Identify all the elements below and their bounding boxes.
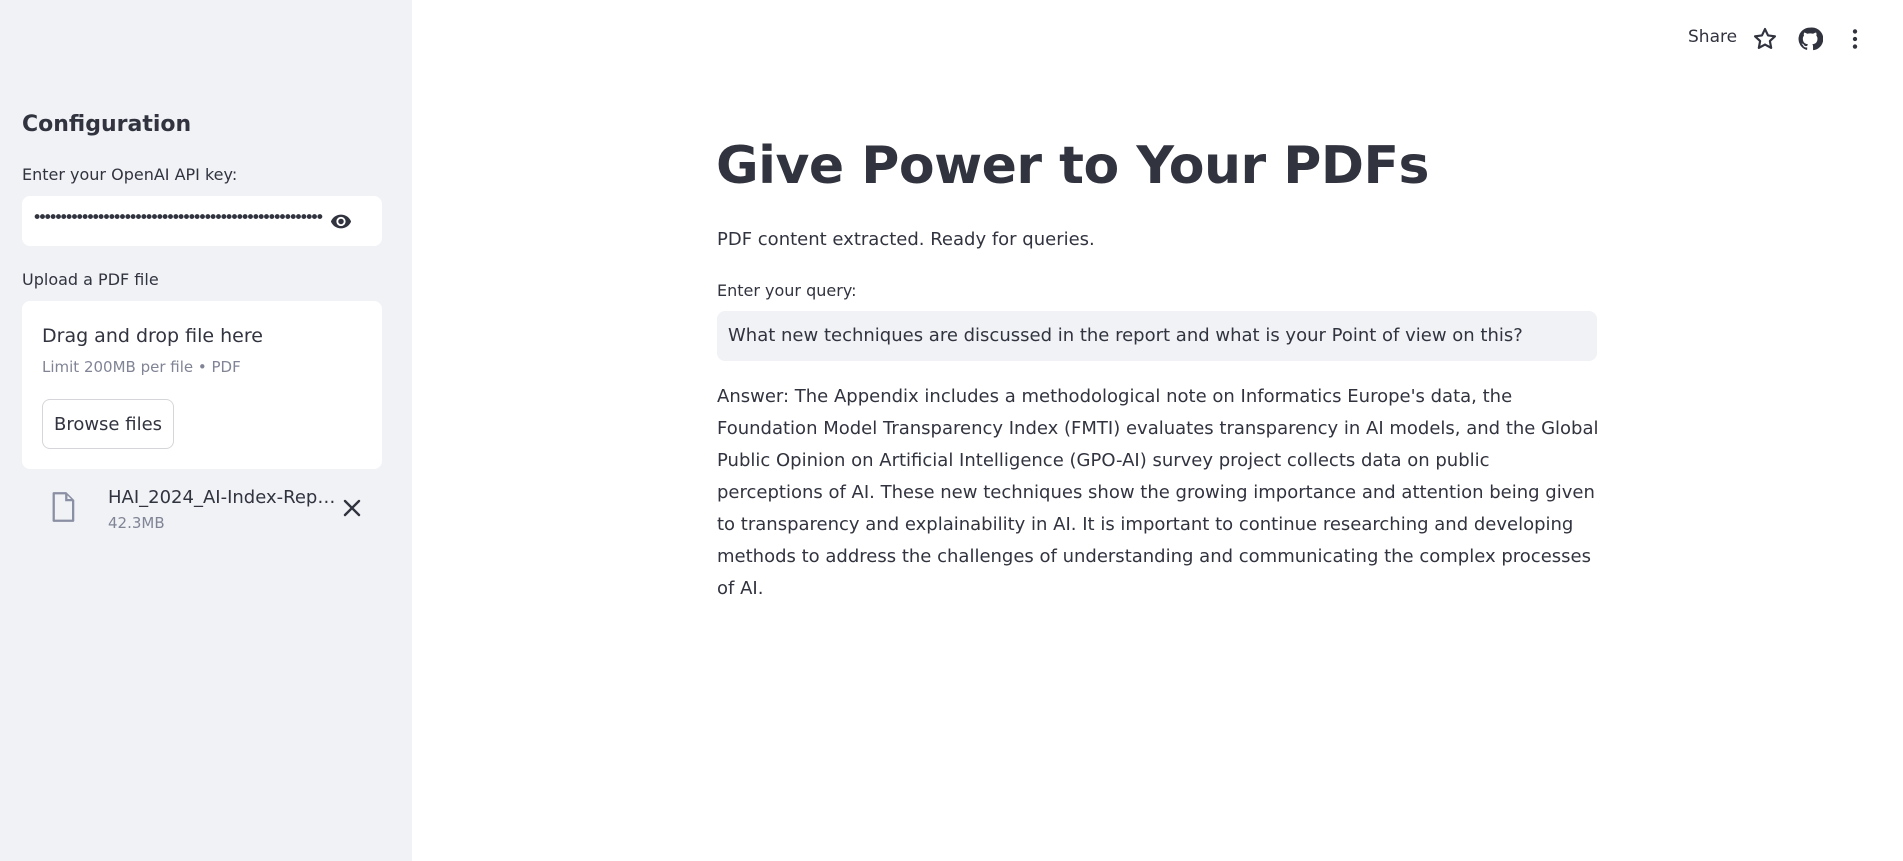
status-message: PDF content extracted. Ready for queries…: [717, 229, 1095, 250]
query-value: What new techniques are discussed in the…: [728, 325, 1523, 346]
upload-label: Upload a PDF file: [22, 270, 159, 289]
file-dropzone[interactable]: Drag and drop file here Limit 200MB per …: [22, 301, 382, 469]
api-key-label: Enter your OpenAI API key:: [22, 165, 238, 184]
dropzone-text: Drag and drop file here: [42, 325, 263, 347]
share-button[interactable]: Share: [1688, 27, 1737, 47]
github-icon[interactable]: [1797, 26, 1823, 52]
api-key-input[interactable]: ••••••••••••••••••••••••••••••••••••••••…: [22, 196, 382, 246]
sidebar-title: Configuration: [22, 112, 192, 137]
more-vertical-icon[interactable]: [1842, 26, 1868, 52]
file-name: HAI_2024_AI-Index-Report.pdf: [108, 487, 336, 508]
star-icon[interactable]: [1752, 26, 1778, 52]
file-size: 42.3MB: [108, 514, 165, 532]
query-input[interactable]: What new techniques are discussed in the…: [717, 311, 1597, 361]
file-icon: [52, 492, 75, 522]
page-title: Give Power to Your PDFs: [716, 136, 1429, 196]
query-label: Enter your query:: [717, 281, 857, 300]
answer-text: Answer: The Appendix includes a methodol…: [717, 386, 1599, 599]
sidebar: Configuration Enter your OpenAI API key:…: [0, 0, 412, 861]
uploaded-file-item: HAI_2024_AI-Index-Report.pdf 42.3MB: [22, 482, 382, 542]
dropzone-limit-text: Limit 200MB per file • PDF: [42, 358, 241, 376]
browse-files-button[interactable]: Browse files: [42, 399, 174, 449]
close-icon[interactable]: [340, 496, 364, 520]
api-key-masked-value: ••••••••••••••••••••••••••••••••••••••••…: [32, 208, 325, 228]
eye-icon[interactable]: [328, 210, 354, 232]
